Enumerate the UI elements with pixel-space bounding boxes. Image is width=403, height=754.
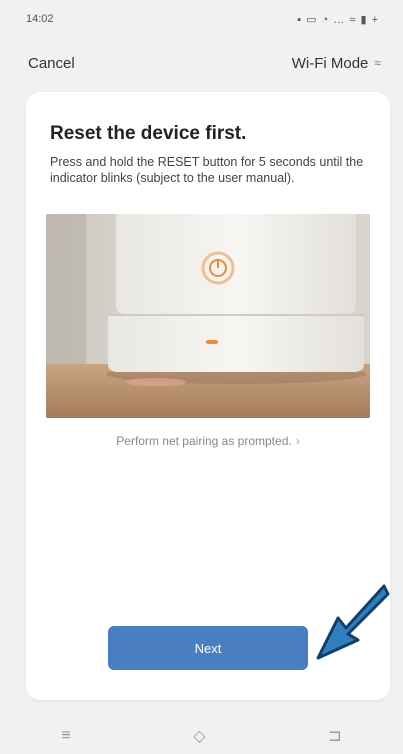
device-illustration [46,214,370,418]
wifi-mode-label: Wi-Fi Mode [291,54,369,72]
reset-instructions: Press and hold the RESET button for 5 se… [50,155,364,185]
cancel-button[interactable]: Cancel [28,55,75,72]
wifi-mode-button[interactable]: Wi-Fi Mode ≈ [292,55,381,72]
home-icon[interactable]: ◇ [193,726,205,746]
top-nav: Cancel Wi-Fi Mode ≈ [0,48,403,78]
status-bar: 14:02 ▪ ▭ ◔ … ≈ ▮ + [0,0,403,38]
page-title: Reset the device first. [50,123,247,144]
net-pairing-link[interactable]: Perform net pairing as prompted. › [26,434,390,448]
status-icons: ▪ ▭ ◔ … ≈ ▮ + [297,13,379,26]
menu-icon[interactable]: ≡ [61,727,70,745]
chevron-right-icon: › [295,434,300,448]
wifi-mode-icon: ≈ [374,56,381,70]
back-icon[interactable]: ⊐ [328,726,341,746]
device-image [46,214,370,418]
net-pairing-label: Perform net pairing as prompted. [116,434,292,448]
system-nav-bar: ≡ ◇ ⊐ [0,718,403,754]
next-button[interactable]: Next [108,626,308,670]
status-time: 14:02 [26,13,54,25]
pointer-arrow-icon [316,584,390,660]
